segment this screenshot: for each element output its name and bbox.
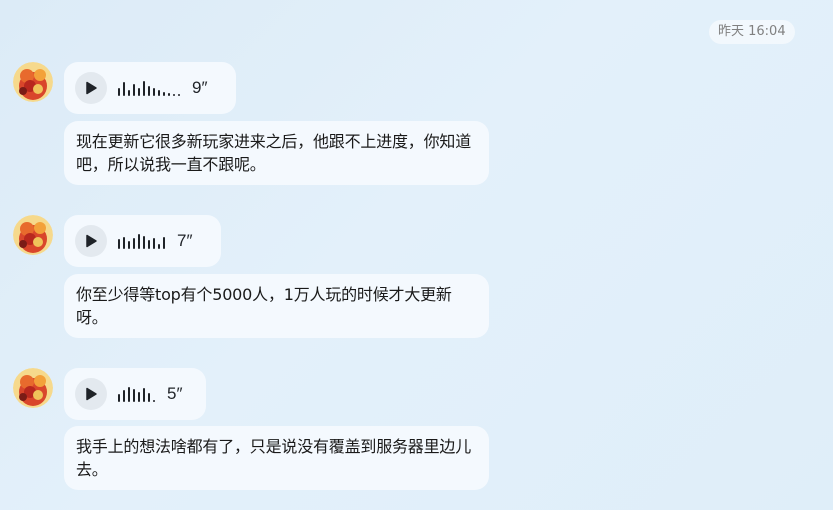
voice-duration: 9″ — [192, 78, 208, 97]
play-icon — [86, 387, 97, 401]
character-avatar-icon — [13, 62, 53, 102]
play-button[interactable] — [75, 225, 107, 257]
character-avatar-icon — [13, 215, 53, 255]
avatar[interactable] — [13, 215, 53, 255]
avatar[interactable] — [13, 368, 53, 408]
chat-timestamp: 昨天 16:04 — [709, 20, 795, 44]
voice-message[interactable]: 7″ — [64, 215, 221, 267]
waveform-icon — [118, 233, 168, 249]
voice-transcript: 我手上的想法啥都有了，只是说没有覆盖到服务器里边儿去。 — [64, 426, 489, 490]
waveform-icon — [118, 80, 183, 96]
play-button[interactable] — [75, 378, 107, 410]
voice-transcript: 你至少得等top有个5000人，1万人玩的时候才大更新呀。 — [64, 274, 489, 338]
avatar[interactable] — [13, 62, 53, 102]
play-button[interactable] — [75, 72, 107, 104]
voice-message[interactable]: 9″ — [64, 62, 236, 114]
voice-transcript: 现在更新它很多新玩家进来之后，他跟不上进度，你知道吧，所以说我一直不跟呢。 — [64, 121, 489, 185]
voice-message[interactable]: 5″ — [64, 368, 206, 420]
character-avatar-icon — [13, 368, 53, 408]
waveform-icon — [118, 386, 158, 402]
voice-duration: 7″ — [177, 231, 193, 250]
play-icon — [86, 81, 97, 95]
play-icon — [86, 234, 97, 248]
voice-duration: 5″ — [167, 384, 183, 403]
